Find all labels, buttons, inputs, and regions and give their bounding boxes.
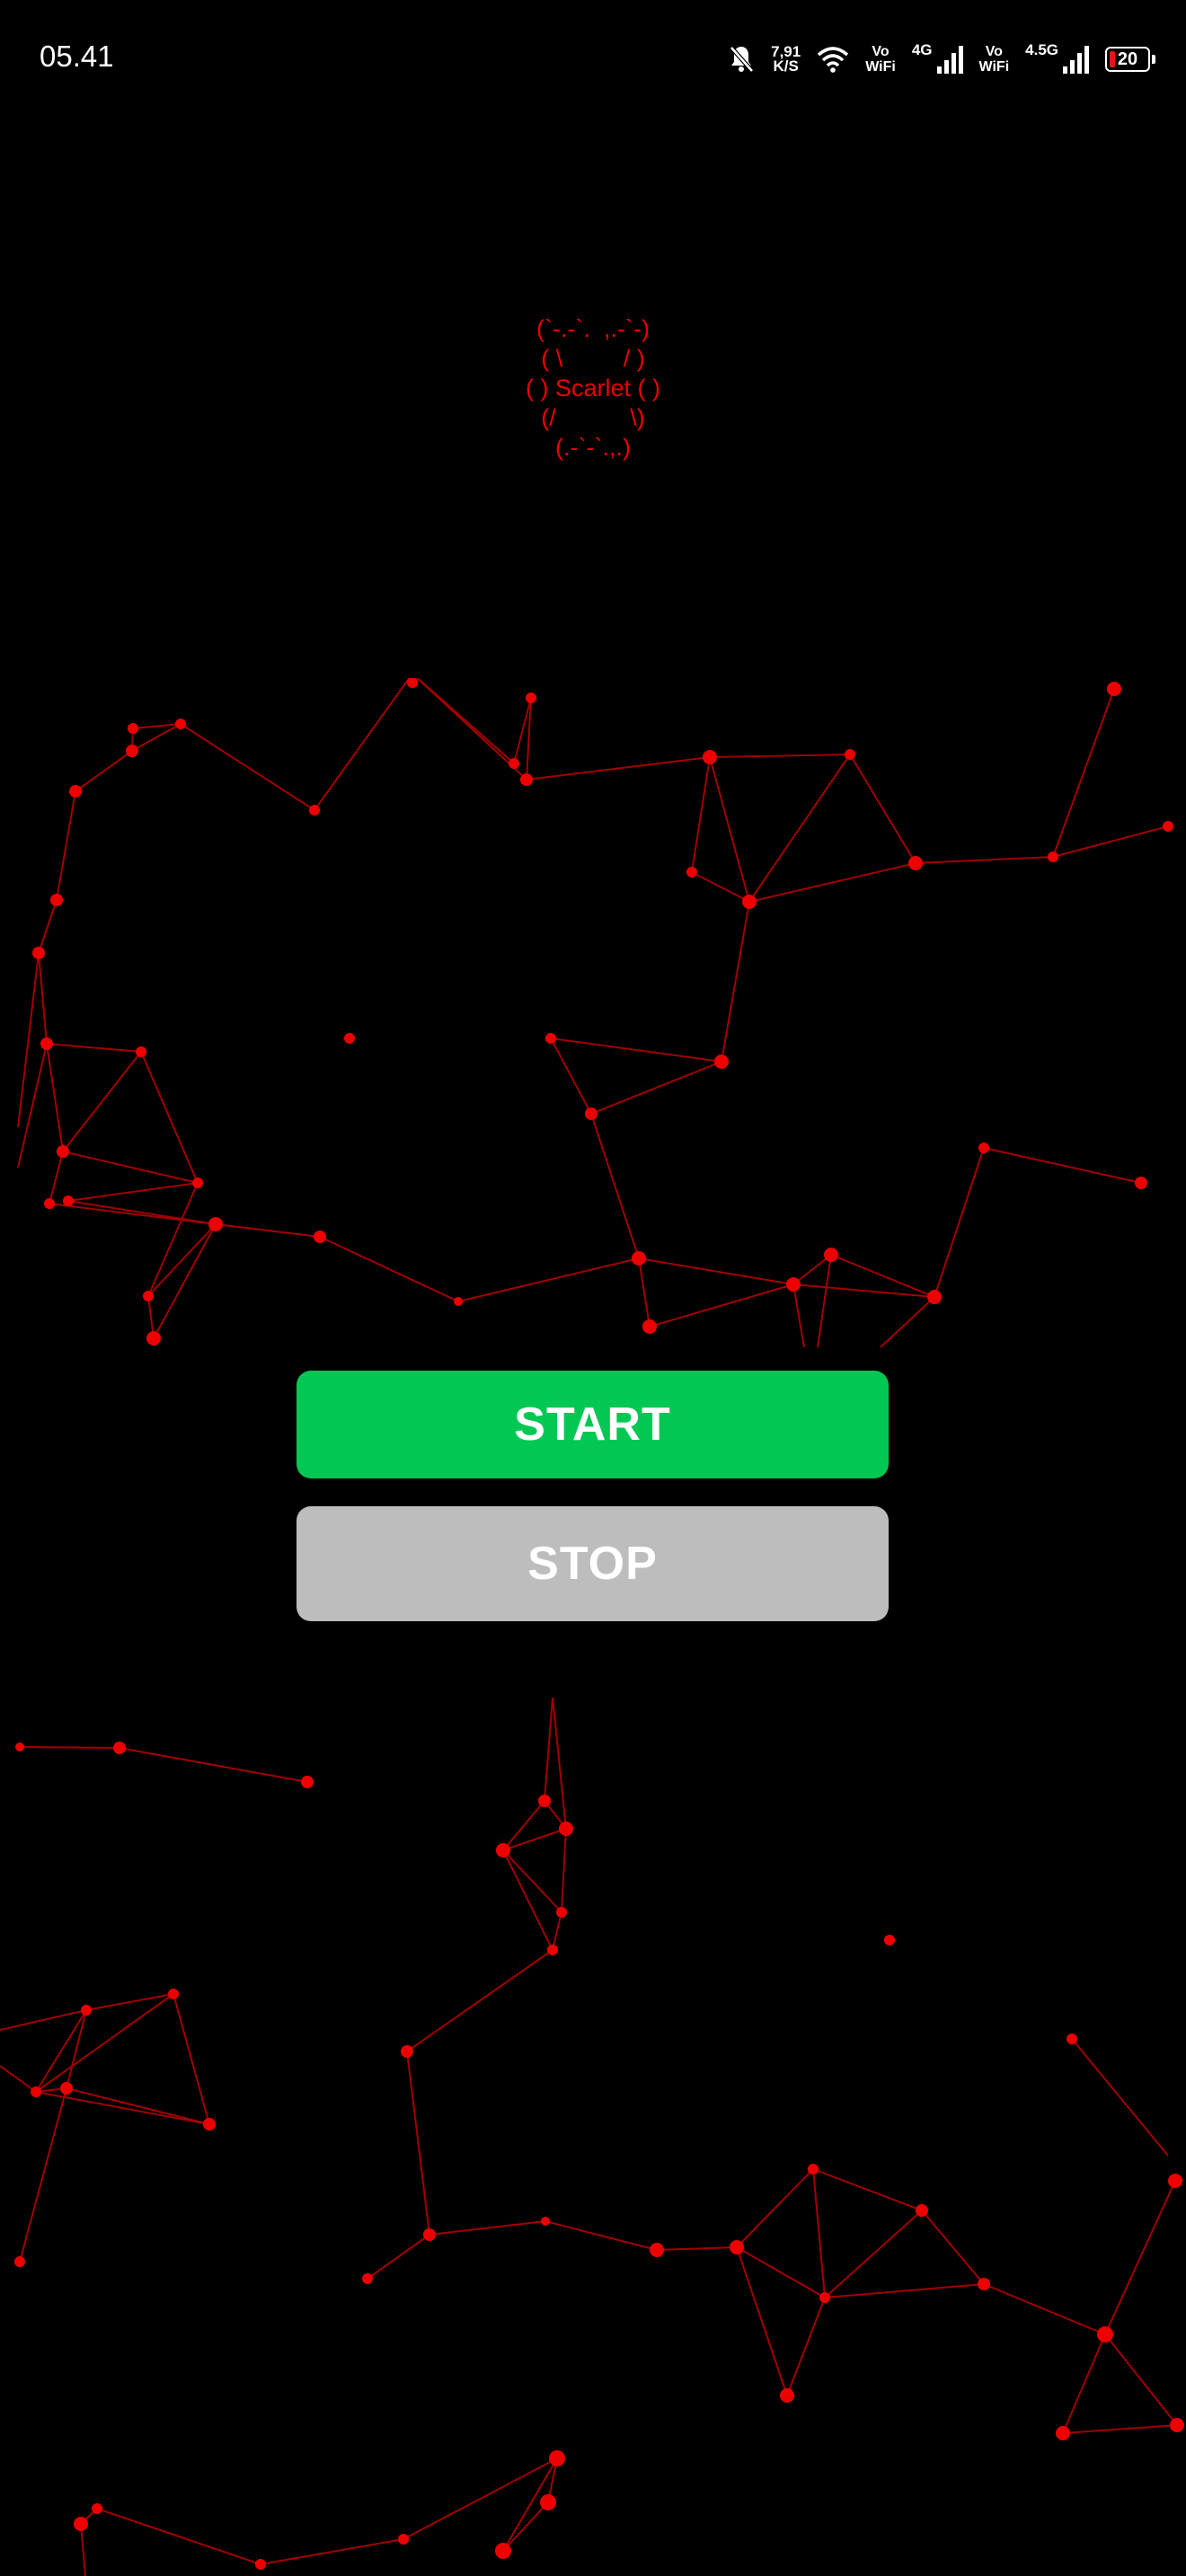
network-background-lower xyxy=(0,1697,1184,2576)
signal-icon xyxy=(1062,45,1089,74)
signal-icon xyxy=(936,45,963,74)
network-type-1: 4G xyxy=(911,41,933,58)
net-speed-unit: K/S xyxy=(773,57,799,75)
status-bar: 05.41 7,91 K/S Vo WiFi 4G Vo WiFi 4.5G 2… xyxy=(0,0,1186,117)
stop-button[interactable]: STOP xyxy=(296,1506,889,1621)
vowifi-1-top: Vo xyxy=(872,44,890,59)
battery-icon: 20 xyxy=(1105,47,1155,72)
vowifi-indicator-2: Vo WiFi xyxy=(979,44,1010,75)
network-background-upper xyxy=(17,678,1173,1348)
vowifi-2-bottom: WiFi xyxy=(978,59,1010,75)
clock: 05.41 xyxy=(40,40,114,73)
net-speed: 7,91 K/S xyxy=(771,44,801,75)
battery-level-fill xyxy=(1110,51,1115,67)
vowifi-2-top: Vo xyxy=(985,44,1003,59)
start-button[interactable]: START xyxy=(296,1371,889,1478)
battery-level: 20 xyxy=(1117,49,1138,69)
vowifi-1-bottom: WiFi xyxy=(865,59,896,75)
bell-muted-icon xyxy=(728,44,755,75)
scarlet-ascii-logo: (`-.-`. ,.-`-) ( \ / ) ( ) Scarlet ( ) (… xyxy=(503,314,683,472)
vowifi-indicator-1: Vo WiFi xyxy=(865,44,896,75)
network-type-2: 4.5G xyxy=(1025,41,1058,58)
logo-ascii-art: (`-.-`. ,.-`-) ( \ / ) ( ) Scarlet ( ) (… xyxy=(525,315,660,461)
wifi-icon xyxy=(817,46,849,73)
status-icons: 7,91 K/S Vo WiFi 4G Vo WiFi 4.5G 20 xyxy=(728,36,1155,83)
